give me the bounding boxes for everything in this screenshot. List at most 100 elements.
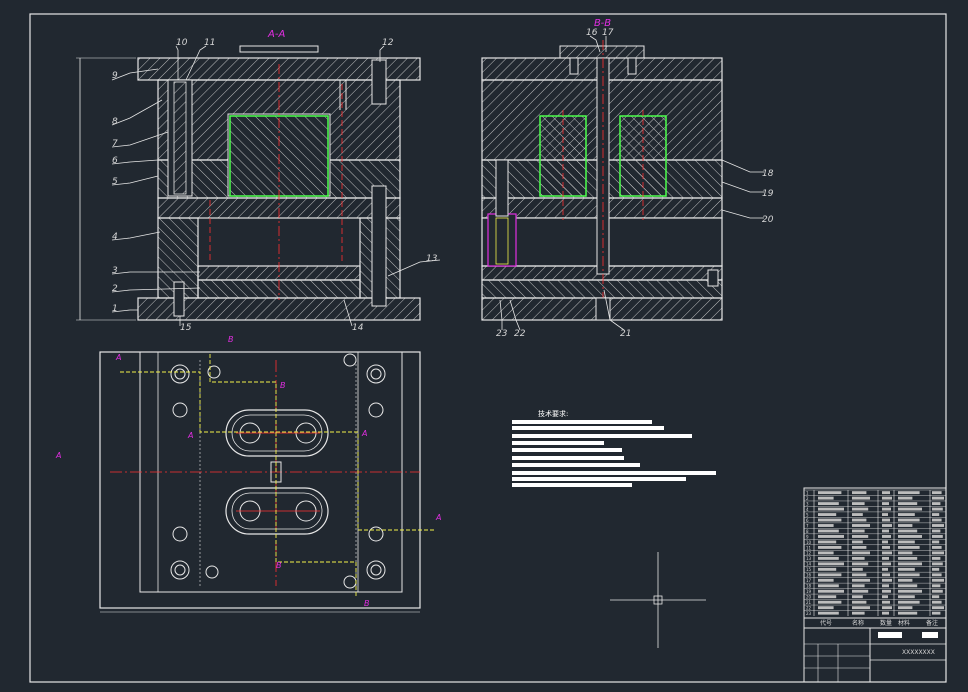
bom-row-number: 20 [806, 595, 812, 600]
bom-cell-text [882, 606, 892, 610]
bom-cell-text [898, 540, 915, 544]
bom-row-number: 21 [806, 600, 812, 605]
bom-cell-text [818, 556, 839, 560]
part-number-3: 3 [112, 266, 118, 276]
bom-cell-text [882, 578, 892, 582]
bom-cell-text [818, 595, 837, 599]
bom-cell-text [882, 545, 890, 549]
bom-cell-text [882, 535, 891, 538]
part-number-7: 7 [112, 139, 118, 149]
bom-cell-text [818, 496, 834, 500]
bom-cell-text [898, 529, 918, 533]
cad-drawing-canvas: A-A 9 8 7 6 5 4 3 2 1 10 11 12 15 14 13 … [29, 13, 947, 683]
bom-row-number: 18 [806, 584, 812, 589]
part-number-19: 19 [762, 189, 774, 199]
bom-cell-text [818, 529, 839, 533]
plan-label-a-1: A [115, 353, 121, 362]
bom-cell-text [882, 573, 890, 577]
part-number-20: 20 [762, 215, 774, 225]
bom-row-number: 13 [806, 556, 812, 561]
bom-cell-text [882, 589, 891, 593]
bom-cell-text [852, 578, 870, 582]
bom-cell-text [932, 502, 941, 506]
bom-cell-text [932, 491, 942, 495]
bom-cell-text [898, 600, 920, 604]
bom-cell-text [898, 567, 915, 571]
plan-label-a-4: A [435, 513, 441, 522]
bom-cell-text [898, 606, 913, 610]
bom-cell-text [818, 491, 842, 495]
bom-cell-text [932, 611, 941, 615]
part-number-6: 6 [112, 156, 118, 166]
bom-cell-text [898, 518, 920, 522]
bom-cell-text [852, 535, 869, 538]
bom-cell-text [898, 545, 920, 549]
bom-cell-text [818, 567, 837, 571]
bom-cell-text [932, 535, 943, 538]
bom-row-number: 9 [806, 534, 809, 539]
bom-row-number: 6 [806, 518, 809, 523]
bom-cell-text [852, 513, 863, 516]
bom-cell-text [818, 611, 839, 615]
bom-cell-text [932, 595, 940, 599]
bom-cell-text [818, 606, 834, 610]
bom-cell-text [898, 496, 913, 500]
plan-label-b-1: B [228, 335, 234, 344]
bom-header-qty: 数量 [880, 619, 892, 627]
bom-cell-text [882, 502, 889, 506]
bom-cell-text [932, 529, 941, 533]
part-number-1: 1 [112, 304, 118, 314]
bom-row-number: 4 [806, 507, 809, 512]
bom-cell-text [882, 524, 892, 527]
bom-cell-text [898, 578, 913, 582]
bom-cell-text [818, 518, 842, 522]
crosshair-cursor [610, 552, 706, 648]
part-number-12: 12 [382, 38, 394, 48]
bom-cell-text [852, 606, 870, 610]
bom-cell-text [818, 507, 844, 511]
part-number-9: 9 [112, 71, 118, 81]
bom-cell-text [932, 524, 944, 527]
bom-cell-text [852, 540, 863, 544]
part-number-4: 4 [112, 232, 118, 242]
bom-cell-text [852, 611, 865, 615]
bom-cell-text [932, 518, 942, 522]
part-number-14: 14 [352, 323, 364, 333]
bom-cell-text [932, 584, 941, 588]
bom-cell-text [852, 491, 867, 495]
bom-row-number: 14 [806, 562, 812, 567]
bom-cell-text [852, 529, 865, 533]
title-block: 1234567891011121314151617181920212223 代号… [803, 487, 947, 683]
bom-cell-text [882, 496, 892, 500]
bom-cell-text [818, 545, 842, 549]
plan-label-b-3: B [276, 561, 282, 570]
bom-cell-text [852, 545, 867, 549]
bom-cell-text [932, 573, 942, 577]
bom-cell-text [818, 584, 839, 588]
bom-cell-text [898, 507, 922, 511]
plan-label-a-5: A [55, 451, 61, 460]
bom-cell-text [932, 507, 943, 511]
bom-cell-text [818, 562, 844, 566]
bom-cell-text [932, 567, 940, 571]
plan-label-a-3: A [361, 429, 367, 438]
bom-cell-text [852, 584, 865, 588]
bom-cell-text [818, 513, 837, 516]
bom-row-number: 11 [806, 545, 812, 550]
bom-cell-text [932, 556, 941, 560]
part-number-10: 10 [176, 38, 188, 48]
bom-cell-text [932, 545, 942, 549]
bom-row-number: 16 [806, 573, 812, 578]
bom-cell-text [852, 551, 870, 555]
bom-cell-text [882, 540, 888, 544]
bom-cell-text [882, 513, 888, 516]
bom-cell-text [898, 524, 913, 527]
part-number-2: 2 [112, 284, 118, 294]
bom-cell-text [852, 496, 870, 500]
part-number-22: 22 [514, 329, 526, 339]
bom-cell-text [898, 502, 918, 506]
bom-rows: 1234567891011121314151617181920212223 [804, 489, 946, 616]
plan-label-a-2: A [187, 431, 193, 440]
bom-cell-text [882, 562, 891, 566]
bom-cell-text [932, 600, 942, 604]
